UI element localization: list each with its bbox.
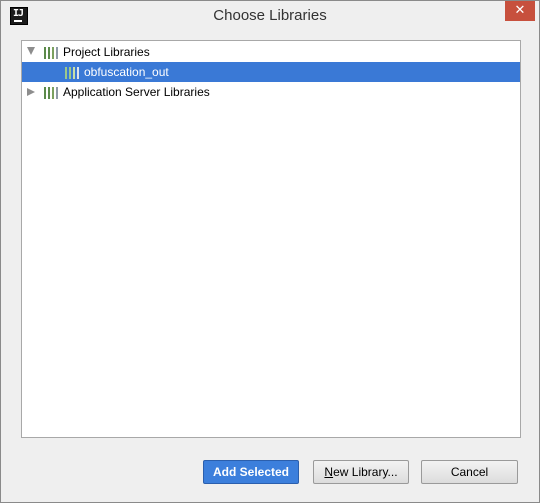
new-library-label: ew Library... <box>333 465 398 479</box>
new-library-mnemonic: N <box>324 465 334 479</box>
add-selected-button[interactable]: Add Selected <box>203 460 299 484</box>
library-icon <box>65 65 81 79</box>
tree-node-label: Project Libraries <box>63 45 150 59</box>
expand-arrow-icon[interactable] <box>27 47 35 55</box>
dialog-title: Choose Libraries <box>213 7 327 24</box>
choose-libraries-dialog: IJ Choose Libraries ✕ Project Libraries <box>0 0 540 503</box>
tree-node-label: Application Server Libraries <box>63 85 210 99</box>
tree-node-label: obfuscation_out <box>84 65 169 79</box>
library-icon <box>44 85 60 99</box>
library-icon <box>44 45 60 59</box>
tree-node-application-server-libraries[interactable]: Application Server Libraries <box>22 82 520 102</box>
tree-node-obfuscation-out[interactable]: obfuscation_out <box>22 62 520 82</box>
title-bar[interactable]: IJ Choose Libraries ✕ <box>1 1 539 32</box>
new-library-button[interactable]: New Library... <box>313 460 409 484</box>
tree-node-project-libraries[interactable]: Project Libraries <box>22 42 520 62</box>
libraries-tree[interactable]: Project Libraries obfuscation_out Applic… <box>21 40 521 438</box>
close-button[interactable]: ✕ <box>505 1 535 21</box>
cancel-button[interactable]: Cancel <box>421 460 518 484</box>
collapse-arrow-icon[interactable] <box>27 88 35 96</box>
